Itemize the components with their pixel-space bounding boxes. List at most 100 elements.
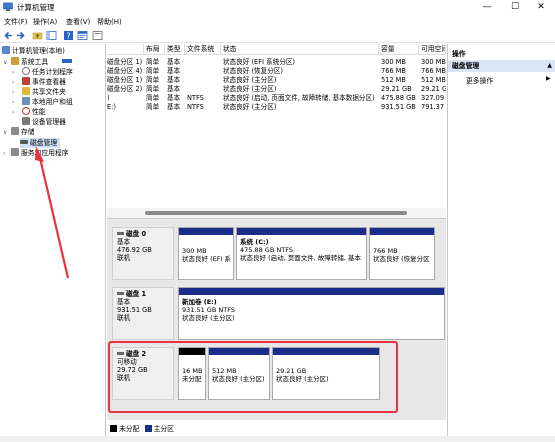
partition-volume-e[interactable]: 新加卷 (E:) 931.51 GB NTFS 状态良好 (主分区) [178,287,445,340]
up-folder-icon[interactable] [32,30,43,41]
chevron-right-icon[interactable]: › [12,69,18,76]
tree-item-storage[interactable]: 存储 [11,127,35,137]
disk-type: 基本 [117,238,131,246]
partition-size: 766 MB [373,247,398,255]
actions-header: 操作 [452,50,466,58]
disk-icon [117,232,124,235]
column-header-volume[interactable] [107,44,144,55]
title-bar: 计算机管理 — ☐ ✕ [0,0,555,14]
maximize-button[interactable]: ☐ [501,0,529,14]
unallocated-swatch [110,425,117,432]
chevron-right-icon: ▶ [546,75,551,82]
primary-swatch [144,425,152,432]
partition-status: 状态良好 (EFI 系 [182,255,231,263]
chevron-right-icon[interactable]: › [12,79,18,86]
disk-0-row[interactable]: 磁盘 0 基本 476.92 GB 联机 300 MB 状态良好 (EFI 系 … [112,227,445,280]
console-tree: 计算机管理(本地) ∨ 系统工具 › 任务计划程序 › 事件查看器 › 共享文件… [0,44,106,436]
partition-status: 状态良好 (启动, 页面文件, 故障转储, 基本 [240,254,361,262]
console-tree-icon[interactable] [46,30,57,41]
partition-recovery[interactable]: 766 MB 状态良好 (恢复分区 [369,227,435,280]
tree-label: 计算机管理(本地) [12,47,65,55]
computer-management-icon [3,2,13,11]
table-row[interactable]: E:) 简单 基本 NTFS 状态良好 (主分区) 931.51 GB 791.… [107,102,446,112]
tree-item-services[interactable]: 服务和应用程序 [11,148,69,158]
tree-label: 事件查看器 [32,78,66,86]
menu-bar: 文件(F) 操作(A) 查看(V) 帮助(H) [0,15,555,27]
tree-item-task-scheduler[interactable]: 任务计划程序 [22,67,73,77]
cell-layout: 简单 [146,103,160,111]
view-pane-icon[interactable] [92,30,103,41]
svg-text:?: ? [66,32,70,41]
column-header-status[interactable]: 状态 [221,44,379,55]
chevron-right-icon[interactable]: › [12,99,18,106]
partition-bar [370,228,434,235]
clock-icon [22,67,30,75]
status-bar [0,436,555,442]
volume-list: 布局 类型 文件系统 状态 容量 可用空间 磁盘分区 1) 简单 基本 状态良好… [107,44,446,220]
tree-item-local-users[interactable]: 本地用户和组 [22,97,73,107]
scrollbar-thumb[interactable] [145,211,407,215]
chevron-down-icon[interactable]: ∨ [3,129,9,136]
tree-label: 系统工具 [21,58,49,66]
tree-item-performance[interactable]: 性能 [22,107,46,117]
column-header-layout[interactable]: 布局 [144,44,165,55]
partition-bar [179,288,444,295]
partition-efi[interactable]: 300 MB 状态良好 (EFI 系 [178,227,234,280]
disk-state: 联机 [117,314,131,322]
tree-item-shared-folders[interactable]: 共享文件夹 [22,87,66,97]
event-viewer-icon [22,77,30,85]
actions-pane: 操作 磁盘管理 ▲ 更多操作 ▶ [447,44,555,436]
column-header-type[interactable]: 类型 [165,44,185,55]
cell-type: 基本 [167,103,181,111]
help-icon[interactable]: ? [63,30,74,41]
tree-label: 设备管理器 [32,118,66,126]
column-header-filesystem[interactable]: 文件系统 [185,44,221,55]
disk-type: 基本 [117,298,131,306]
menu-file[interactable]: 文件(F) [4,17,28,27]
tree-item-system-tools[interactable]: 系统工具 [11,57,73,67]
chevron-down-icon[interactable]: ∨ [3,59,9,66]
partition-status: 状态良好 (主分区) [182,314,235,322]
back-arrow-icon[interactable] [3,30,14,41]
menu-action[interactable]: 操作(A) [33,17,57,27]
partition-system-c[interactable]: 系统 (C:) 475.88 GB NTFS 状态良好 (启动, 页面文件, 故… [236,227,367,280]
shared-folder-icon [22,87,30,95]
partition-bar [237,228,366,235]
partition-size: 300 MB [182,247,207,255]
column-header-capacity[interactable]: 容量 [379,44,419,55]
chevron-right-icon[interactable]: › [3,150,9,157]
properties-icon[interactable] [77,30,88,41]
tree-label: 任务计划程序 [32,68,73,76]
tree-item-device-manager[interactable]: 设备管理器 [22,117,66,127]
selection-marker [62,59,73,63]
device-manager-icon [22,117,30,125]
disk-0-info[interactable]: 磁盘 0 基本 476.92 GB 联机 [112,227,174,280]
horizontal-scrollbar[interactable] [107,208,446,218]
chevron-right-icon[interactable]: › [12,109,18,116]
tree-item-disk-management[interactable]: 磁盘管理 [20,138,61,148]
menu-help[interactable]: 帮助(H) [97,17,122,27]
legend-primary: 主分区 [153,425,174,433]
storage-icon [11,127,19,135]
disk-icon [117,292,124,295]
chevron-right-icon[interactable]: › [12,89,18,96]
close-button[interactable]: ✕ [527,0,555,14]
toolbar: ? [0,28,555,43]
disk-name: 磁盘 1 [126,290,147,298]
column-header-free[interactable]: 可用空间 [419,44,446,55]
tree-item-root[interactable]: 计算机管理(本地) [2,46,65,56]
disk-state: 联机 [117,254,131,262]
disk-1-info[interactable]: 磁盘 1 基本 931.51 GB 联机 [112,287,174,340]
tree-item-event-viewer[interactable]: 事件查看器 [22,77,66,87]
tools-icon [11,57,19,65]
more-actions[interactable]: 更多操作 ▶ [466,75,551,85]
actions-disk-management[interactable]: 磁盘管理 ▲ [448,60,555,72]
menu-view[interactable]: 查看(V) [66,17,90,27]
minimize-button[interactable]: — [473,0,501,14]
services-icon [11,148,19,156]
forward-arrow-icon[interactable] [15,30,26,41]
disk-icon [20,140,28,144]
disk-1-row[interactable]: 磁盘 1 基本 931.51 GB 联机 新加卷 (E:) 931.51 GB … [112,287,445,340]
collapse-up-icon[interactable]: ▲ [547,60,552,72]
partition-title: 系统 (C:) [240,238,269,246]
